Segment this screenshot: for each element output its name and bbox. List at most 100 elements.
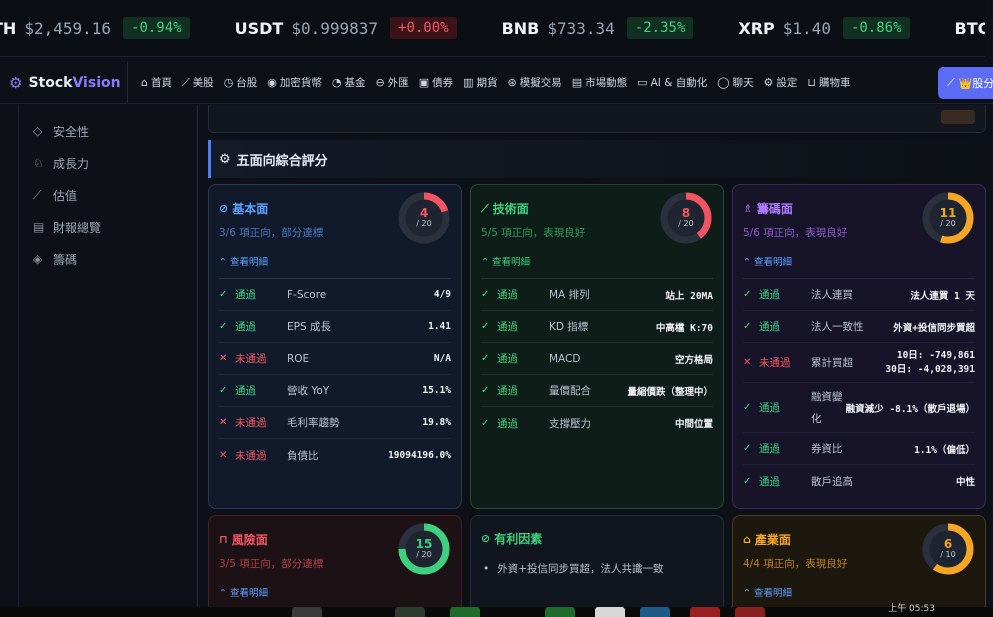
nav-item-market-news[interactable]: ▤ 市場動態	[567, 68, 632, 98]
criteria-name: 支撐壓力	[535, 416, 675, 431]
pie-icon: ◔	[331, 76, 342, 89]
ticker-change-badge: -0.94%	[123, 17, 190, 39]
criteria-name-text: 散戶追高	[811, 475, 853, 488]
nav-item-label: AI & 自動化	[650, 77, 708, 89]
nav-item-forex[interactable]: ⊖ 外匯	[371, 68, 414, 98]
nav-menu: ⌂ 首頁 ⟋ 美股 ◷ 台股 ◉ 加密貨幣 ◔ 基金 ⊖ 外匯 ▣ 債券 ▥ 期貨 ⊛ 模擬交易 ▤ 市場動態 ▭ AI …	[128, 68, 856, 98]
check-icon: ✓	[743, 475, 752, 487]
sidebar-item[interactable]: ▤ 財報總覽	[19, 211, 197, 243]
check-icon: ✓	[481, 289, 490, 300]
brand-logo[interactable]: ⚙ StockVision	[0, 62, 128, 103]
toggle-details-button[interactable]: ⌃ 查看明細	[219, 585, 451, 599]
criteria-status: 未通過	[235, 417, 267, 429]
taskbar-app-icon[interactable]	[545, 607, 575, 617]
card-title-text: 技術面	[492, 202, 529, 216]
users-icon: ♗	[743, 202, 753, 215]
taskbar-app-icon[interactable]	[595, 607, 625, 617]
nav-item-us-stocks[interactable]: ⟋ 美股	[177, 68, 219, 98]
nav-item-label: 加密貨幣	[279, 77, 322, 89]
criteria-value-text: N/A	[433, 353, 451, 364]
ticker-price: $0.999837	[291, 18, 379, 38]
nav-item-label: 購物車	[819, 77, 851, 89]
building-icon: ⌂	[743, 533, 751, 546]
criteria-value-text: 站上 20MA	[665, 290, 713, 302]
toggle-details-button[interactable]: ⌃ 查看明細	[743, 585, 975, 599]
nav-item-label: 美股	[192, 77, 214, 89]
toggle-details-button[interactable]: ⌃ 查看明細	[481, 254, 713, 268]
sidebar-item[interactable]: ◈ 籌碼	[19, 243, 197, 275]
criteria-status: 通過	[497, 417, 518, 430]
nav-item-ai-automation[interactable]: ▭ AI & 自動化	[632, 68, 712, 98]
taskbar-app-icon[interactable]	[640, 607, 670, 617]
criteria-row: ✓ 通過 MACD 空方格局	[481, 343, 713, 375]
nav-item-label: 首頁	[150, 77, 172, 89]
criteria-name-text: EPS 成長	[287, 321, 331, 333]
sidebar-item[interactable]: ⟋ 估值	[19, 179, 197, 211]
card-title-text: 基本面	[232, 202, 269, 216]
taskbar-app-icon[interactable]	[735, 607, 765, 617]
nav-item-settings[interactable]: ⚙ 設定	[759, 68, 803, 98]
criteria-status: 通過	[235, 321, 256, 333]
nav-active-label: 👑股分	[958, 77, 993, 90]
taskbar-app-icon[interactable]	[450, 607, 480, 617]
panel-button[interactable]	[941, 110, 975, 124]
ticker-item[interactable]: TH $2,459.16 -0.94%	[0, 17, 190, 39]
criteria-value-text: 1.1%（偏低）	[914, 444, 975, 456]
nav-item-active[interactable]: ⟋ 👑股分	[938, 67, 993, 99]
nav-item-tw-stocks[interactable]: ◷ 台股	[219, 68, 263, 98]
score-label: 15/ 20	[397, 522, 451, 576]
criteria-value-text: 外資+投信同步買超	[893, 322, 975, 334]
criteria-value: 站上 20MA	[665, 288, 713, 302]
criteria-row: ✓ 通過 F-Score 4/9	[219, 279, 451, 311]
criteria-status: 未通過	[235, 353, 267, 365]
check-icon: ✓	[219, 385, 228, 396]
toggle-details-button[interactable]: ⌃ 查看明細	[219, 254, 451, 268]
nav-item-futures[interactable]: ▥ 期貨	[458, 68, 502, 98]
nav-item-cart[interactable]: ⊔ 購物車	[802, 68, 855, 98]
criteria-name: 營收 YoY	[273, 383, 422, 398]
criteria-status: 通過	[497, 321, 518, 333]
taskbar-app-icon[interactable]	[292, 607, 322, 617]
sidebar-item[interactable]: ♘ 成長力	[19, 147, 197, 179]
taskbar-app-icon[interactable]	[395, 607, 425, 617]
ticker-item[interactable]: BNB $733.34 -2.35%	[502, 17, 694, 39]
criteria-status: 通過	[759, 475, 780, 488]
taskbar-app-icon[interactable]	[690, 607, 720, 617]
ticker-symbol: TH	[0, 18, 17, 38]
chart-line-icon: ⟋	[33, 187, 42, 202]
check-icon: ✓	[481, 385, 490, 396]
criteria-name-text: MA 排列	[549, 289, 590, 301]
nav-item-bonds[interactable]: ▣ 債券	[414, 68, 458, 98]
score-label: 11/ 20	[921, 191, 975, 245]
nav-item-label: 設定	[776, 77, 798, 89]
nav-item-funds[interactable]: ◔ 基金	[327, 68, 371, 98]
favorable-list: • 外資+投信同步買超，法人共識一致	[471, 561, 723, 576]
card-header: ⌂ 產業面 4/4 項正向，表現良好 ⌃ 查看明細 6/ 10	[733, 516, 985, 609]
criteria-value: 中性	[956, 474, 975, 488]
criteria-status: 通過	[497, 385, 518, 397]
cross-icon: ✕	[219, 353, 228, 364]
sidebar-item[interactable]: ◇ 安全性	[19, 115, 197, 147]
toggle-details-button[interactable]: ⌃ 查看明細	[743, 254, 975, 268]
criteria-name-text: F-Score	[287, 288, 327, 301]
check-icon: ✓	[743, 402, 752, 413]
nav-item-chat[interactable]: ◯ 聊天	[712, 68, 758, 98]
cross-icon: ✕	[743, 357, 752, 368]
criteria-row: ✓ 通過 KD 指標 中高檔 K:70	[481, 311, 713, 343]
criteria-name: MA 排列	[535, 287, 665, 302]
criteria-row: ✕ 未通過 負債比 19094196.0%	[219, 439, 451, 471]
criteria-list: ✓ 通過 MA 排列 站上 20MA ✓ 通過 KD 指標 中高檔 K:70 ✓ 通過 MACD 空方…	[481, 278, 713, 439]
nav-item-label: 基金	[344, 77, 366, 89]
criteria-row: ✓ 通過 EPS 成長 1.41	[219, 311, 451, 343]
section-title: ⚙ 五面向綜合評分	[208, 140, 986, 178]
nav-item-crypto[interactable]: ◉ 加密貨幣	[262, 68, 327, 98]
ticker-item[interactable]: BTC$7	[955, 19, 985, 38]
criteria-name: 負債比	[273, 448, 388, 463]
ticker-item[interactable]: USDT $0.999837 +0.00%	[235, 17, 457, 39]
nav-item-sim-trading[interactable]: ⊛ 模擬交易	[503, 68, 567, 98]
nav-item-home[interactable]: ⌂ 首頁	[136, 68, 177, 98]
criteria-name-text: 量價配合	[549, 385, 591, 397]
ticker-item[interactable]: XRP $1.40 -0.86%	[738, 17, 910, 39]
score-max: / 20	[940, 219, 956, 228]
criteria-value-text: 中高檔 K:70	[655, 322, 713, 334]
